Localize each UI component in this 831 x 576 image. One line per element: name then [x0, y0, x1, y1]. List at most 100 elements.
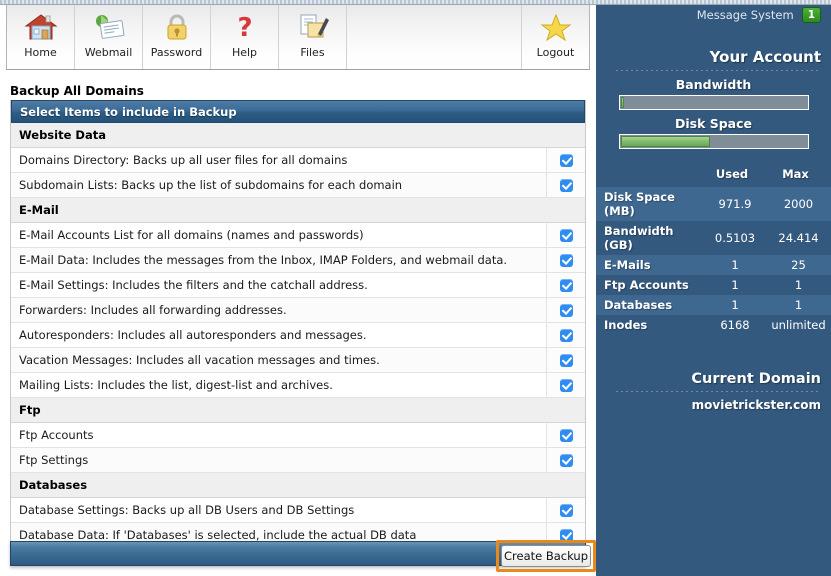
padlock-icon [157, 10, 197, 44]
stats-row: E-Mails 1 25 [596, 255, 831, 275]
toolbar-item-logout[interactable]: Logout [521, 5, 589, 69]
stats-row-name: Disk Space (MB) [596, 187, 704, 221]
checkbox-checked-icon[interactable] [559, 278, 573, 292]
checkbox-checked-icon[interactable] [559, 353, 573, 367]
backup-option-row[interactable]: E-Mail Accounts List for all domains (na… [11, 223, 585, 248]
svg-text:?: ? [237, 13, 252, 42]
current-domain-value[interactable]: movietrickster.com [596, 398, 831, 412]
checkbox-checked-icon[interactable] [559, 453, 573, 467]
backup-option-checkbox-cell[interactable] [546, 173, 585, 197]
checkbox-checked-icon[interactable] [559, 378, 573, 392]
backup-option-checkbox-cell[interactable] [546, 298, 585, 322]
stats-row-used: 6168 [720, 318, 750, 332]
message-count-badge[interactable]: 1 [801, 7, 821, 23]
stats-row-max: 2000 [766, 187, 831, 221]
stats-row-max: 24.414 [778, 231, 819, 245]
backup-option-row[interactable]: Forwarders: Includes all forwarding addr… [11, 298, 585, 323]
question-mark-icon: ? [225, 10, 265, 44]
stats-row: Disk Space (MB) 971.9 2000 [596, 187, 831, 221]
backup-options-panel: Select Items to include in Backup Websit… [10, 100, 586, 548]
checkbox-checked-icon[interactable] [559, 528, 573, 542]
toolbar-item-files[interactable]: Files [279, 5, 347, 69]
toolbar-item-home[interactable]: Home [7, 5, 75, 69]
backup-option-label: Vacation Messages: Includes all vacation… [19, 353, 380, 367]
backup-option-row[interactable]: Ftp Settings [11, 448, 585, 473]
stats-row-used: 1 [704, 295, 766, 315]
diskspace-progress-bar [618, 134, 809, 149]
documents-pencil-icon [293, 10, 333, 44]
checkbox-checked-icon[interactable] [559, 178, 573, 192]
dotted-divider-domain [616, 391, 821, 392]
stats-row-name: Bandwidth (GB) [604, 224, 674, 252]
backup-option-checkbox-cell[interactable] [546, 273, 585, 297]
backup-option-label: Database Data: If 'Databases' is selecte… [19, 528, 417, 542]
footer-bar [10, 541, 586, 566]
stats-row: Inodes 6168 unlimited [596, 315, 831, 335]
envelope-icon [89, 10, 129, 44]
toolbar-label-files: Files [300, 46, 325, 59]
window-top-strip [0, 0, 831, 5]
toolbar-label-logout: Logout [536, 46, 575, 59]
backup-option-checkbox-cell[interactable] [546, 148, 585, 172]
checkbox-checked-icon[interactable] [559, 253, 573, 267]
stats-row-used: 971.9 [704, 187, 766, 221]
backup-option-checkbox-cell[interactable] [546, 223, 585, 247]
toolbar-label-home: Home [24, 46, 57, 59]
backup-option-label: Forwarders: Includes all forwarding addr… [19, 303, 287, 317]
backup-option-row[interactable]: Database Settings: Backs up all DB Users… [11, 498, 585, 523]
stats-body: Disk Space (MB) 971.9 2000 Bandwidth (GB) 0.… [596, 187, 831, 335]
backup-option-label: E-Mail Data: Includes the messages from … [19, 253, 508, 267]
stats-row: Ftp Accounts 1 1 [596, 275, 831, 295]
current-domain-heading: Current Domain [691, 371, 821, 387]
backup-option-checkbox-cell[interactable] [546, 498, 585, 522]
checkbox-checked-icon[interactable] [559, 503, 573, 517]
stats-row-used: 1 [704, 255, 766, 275]
toolbar-label-webmail: Webmail [84, 46, 133, 59]
main-column: Home Webmail Password ? Help Files Logou… [0, 0, 596, 576]
toolbar-item-help[interactable]: ? Help [211, 5, 279, 69]
stats-row: Bandwidth (GB) 0.5103 24.414 [596, 221, 831, 255]
diskspace-label: Disk Space [674, 116, 753, 131]
backup-option-label: Ftp Settings [19, 453, 89, 467]
toolbar-label-password: Password [150, 46, 203, 59]
stats-header-max: Max [782, 167, 809, 181]
bandwidth-progress-fill [620, 97, 625, 108]
backup-option-row[interactable]: Autoresponders: Includes all autorespond… [11, 323, 585, 348]
diskspace-progress-fill [620, 136, 710, 147]
backup-option-checkbox-cell[interactable] [546, 448, 585, 472]
backup-option-label: Ftp Accounts [19, 428, 94, 442]
backup-option-label: E-Mail Accounts List for all domains (na… [19, 228, 364, 242]
backup-option-label: Subdomain Lists: Backs up the list of su… [19, 178, 403, 192]
create-backup-button[interactable]: Create Backup [501, 545, 591, 567]
checkbox-checked-icon[interactable] [559, 153, 573, 167]
toolbar-item-password[interactable]: Password [143, 5, 211, 69]
checkbox-checked-icon[interactable] [559, 303, 573, 317]
backup-option-row[interactable]: Domains Directory: Backs up all user fil… [11, 148, 585, 173]
message-system-label: Message System [696, 8, 794, 22]
checkbox-checked-icon[interactable] [559, 328, 573, 342]
sections-container: Website Data Domains Directory: Backs up … [11, 123, 585, 548]
backup-option-row[interactable]: Subdomain Lists: Backs up the list of su… [11, 173, 585, 198]
backup-option-row[interactable]: Mailing Lists: Includes the list, digest… [11, 373, 585, 398]
backup-option-checkbox-cell[interactable] [546, 323, 585, 347]
backup-option-row[interactable]: Vacation Messages: Includes all vacation… [11, 348, 585, 373]
stats-row-max: 1 [794, 278, 803, 292]
backup-option-checkbox-cell[interactable] [546, 348, 585, 372]
backup-option-row[interactable]: E-Mail Data: Includes the messages from … [11, 248, 585, 273]
backup-option-label: Domains Directory: Backs up all user fil… [19, 153, 348, 167]
toolbar-item-webmail[interactable]: Webmail [75, 5, 143, 69]
stats-row-name: Inodes [604, 318, 648, 332]
house-icon [21, 10, 61, 44]
checkbox-checked-icon[interactable] [559, 428, 573, 442]
stats-row-max: 25 [766, 255, 831, 275]
bandwidth-progress-bar [618, 95, 809, 110]
backup-option-checkbox-cell[interactable] [546, 248, 585, 272]
page-title: Backup All Domains [10, 84, 144, 98]
backup-option-checkbox-cell[interactable] [546, 423, 585, 447]
backup-option-row[interactable]: E-Mail Settings: Includes the filters an… [11, 273, 585, 298]
backup-option-checkbox-cell[interactable] [546, 373, 585, 397]
stats-header-row: Used Max [596, 165, 831, 187]
backup-option-row[interactable]: Ftp Accounts [11, 423, 585, 448]
checkbox-checked-icon[interactable] [559, 228, 573, 242]
stats-row-name: Ftp Accounts [604, 278, 689, 292]
